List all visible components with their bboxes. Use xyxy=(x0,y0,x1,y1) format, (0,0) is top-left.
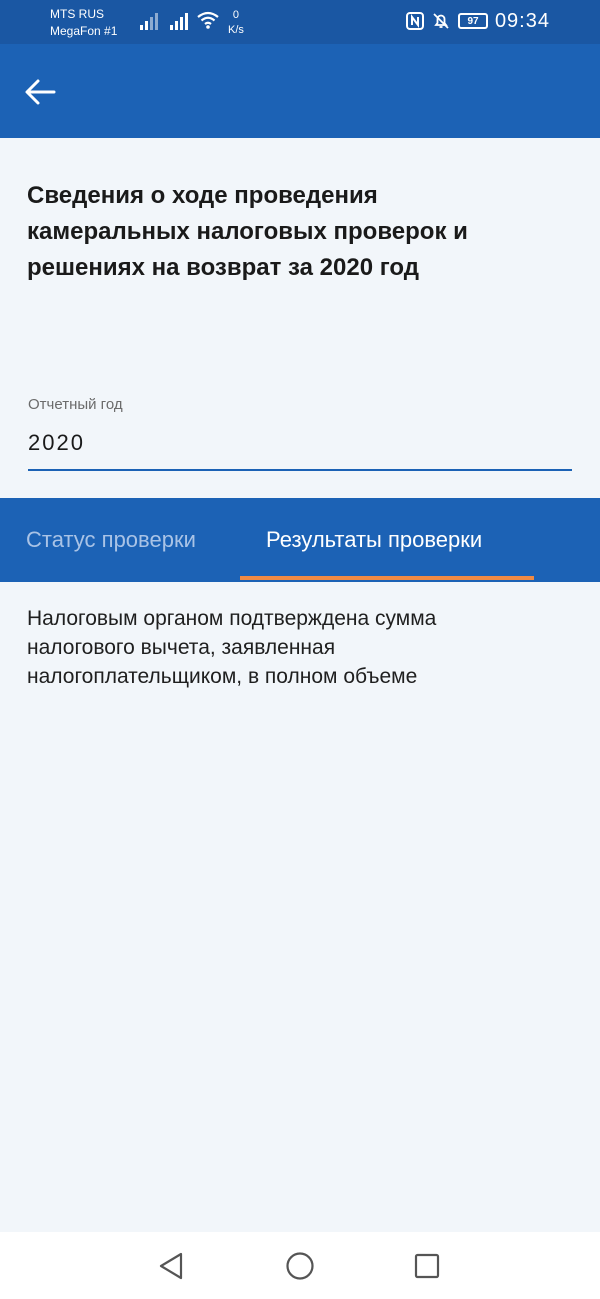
network-speed: 0 K/s xyxy=(228,8,244,38)
carrier-1: MTS RUS xyxy=(50,7,104,21)
check-result-text: Налоговым органом подтверждена сумма нал… xyxy=(27,607,437,688)
signal-strength-icon xyxy=(140,12,158,30)
report-year-value[interactable]: 2020 xyxy=(28,430,85,456)
bell-off-icon xyxy=(433,13,449,29)
app-bar xyxy=(0,44,600,138)
page-title: Сведения о ходе проведения камеральных н… xyxy=(27,182,468,281)
nav-home-button[interactable] xyxy=(284,1250,316,1282)
arrow-left-icon xyxy=(25,79,56,105)
system-nav-bar xyxy=(0,1232,600,1299)
carrier-2: MegaFon #1 xyxy=(50,24,118,38)
signal-indicators xyxy=(140,12,188,30)
status-icons: 97 xyxy=(406,12,488,30)
wifi-icon xyxy=(197,11,219,29)
triangle-back-icon xyxy=(159,1252,183,1280)
report-year-label: Отчетный год xyxy=(28,396,123,413)
tab-check-status[interactable]: Статус проверки xyxy=(26,498,196,582)
active-tab-indicator xyxy=(240,576,534,580)
tab-check-results[interactable]: Результаты проверки xyxy=(266,498,482,582)
back-button[interactable] xyxy=(24,74,68,110)
nav-back-button[interactable] xyxy=(155,1250,187,1282)
nav-recents-button[interactable] xyxy=(411,1250,443,1282)
battery-icon: 97 xyxy=(458,13,488,29)
field-underline xyxy=(28,469,572,471)
signal-strength-icon-2 xyxy=(170,12,188,30)
square-recents-icon xyxy=(414,1253,440,1279)
status-bar: MTS RUS MegaFon #1 0 K/s 97 09:34 xyxy=(0,0,600,44)
tab-bar: Статус проверки Результаты проверки xyxy=(0,498,600,582)
circle-home-icon xyxy=(286,1252,314,1280)
speed-unit: K/s xyxy=(228,24,244,36)
clock: 09:34 xyxy=(494,10,550,32)
nfc-icon xyxy=(406,12,424,30)
carrier-info: MTS RUS MegaFon #1 xyxy=(50,6,117,40)
speed-value: 0 xyxy=(232,9,240,21)
